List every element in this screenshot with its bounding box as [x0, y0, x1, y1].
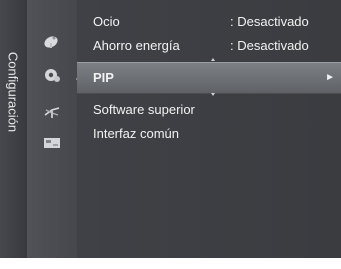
menu-item-ahorro-energia[interactable]: Ahorro energía : Desactivado [77, 36, 341, 55]
menu-item-label: Software superior [93, 102, 195, 117]
menu-item-label: Interfaz común [93, 126, 179, 141]
gear-settings-icon[interactable] [42, 67, 62, 83]
menu-item-pip[interactable]: PIP ► [77, 62, 341, 94]
menu-item-ocio[interactable]: Ocio : Desactivado [77, 12, 341, 31]
category-tab-label: Configuración [5, 51, 21, 133]
bottom-margin [0, 258, 341, 269]
category-tab: Configuración [0, 0, 27, 258]
settings-list: Ocio : Desactivado Ahorro energía : Desa… [77, 0, 341, 258]
antenna-icon[interactable] [42, 104, 62, 120]
menu-item-value: : Desactivado [230, 38, 309, 53]
menu-item-label: Ahorro energía [93, 38, 180, 53]
scroll-down-icon [211, 93, 215, 96]
menu-item-software-superior[interactable]: Software superior [77, 100, 341, 119]
menu-item-label: PIP [93, 70, 114, 85]
category-icon-column [27, 0, 77, 258]
menu-item-value: : Desactivado [230, 14, 309, 29]
menu-item-label: Ocio [93, 14, 120, 29]
scroll-up-icon [211, 58, 215, 61]
input-card-icon[interactable] [42, 135, 62, 151]
submenu-arrow-icon: ► [325, 72, 335, 83]
tv-settings-menu: Configuración Ocio: Desactivado Ahorro … [0, 0, 341, 269]
menu-item-interfaz-comun[interactable]: Interfaz común [77, 124, 341, 143]
satellite-dish-icon[interactable] [42, 33, 62, 49]
